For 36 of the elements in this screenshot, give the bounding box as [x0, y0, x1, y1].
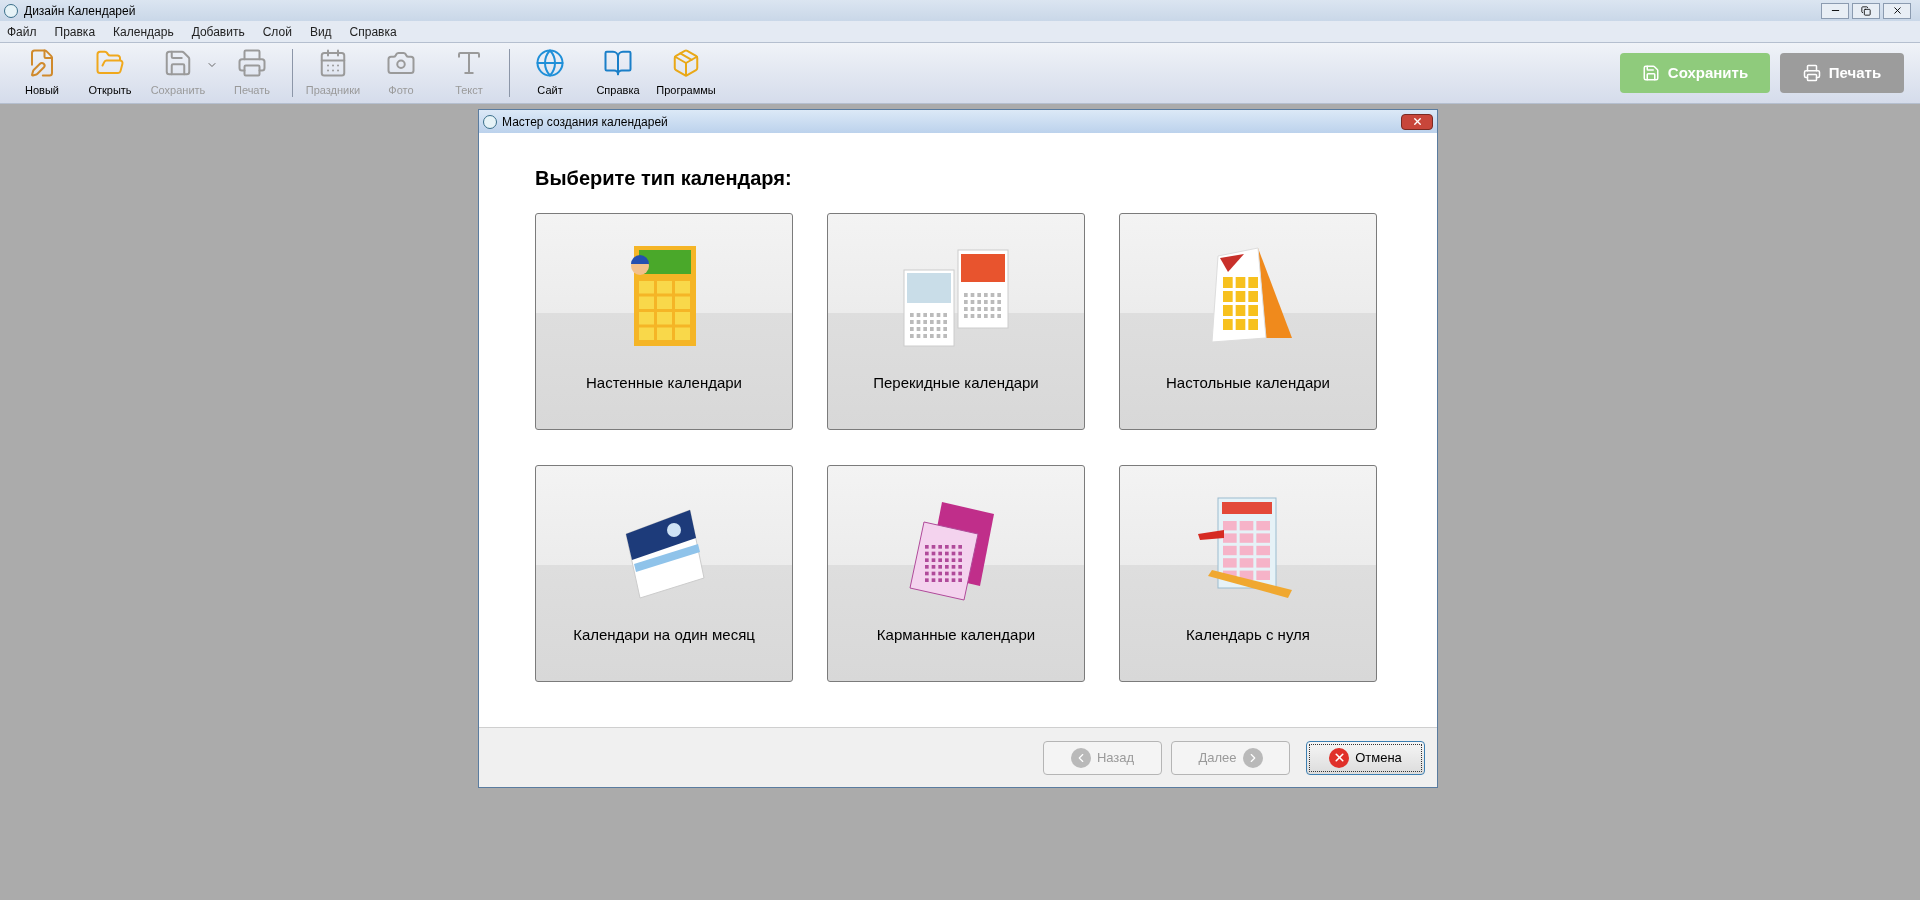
close-icon: [1411, 116, 1423, 127]
box-icon: [671, 47, 701, 78]
toolbar-button[interactable]: Программы: [652, 45, 720, 101]
close-icon: [1891, 5, 1903, 16]
restore-button[interactable]: [1852, 2, 1880, 19]
dialog-title: Мастер создания календарей: [502, 113, 668, 131]
menu-item[interactable]: Правка: [51, 22, 99, 41]
window-title: Дизайн Календарей: [24, 2, 136, 20]
app-icon: [4, 3, 18, 18]
toolbar-button[interactable]: Сайт: [516, 45, 584, 101]
cancel-icon: [1329, 747, 1350, 768]
calendar-type-card[interactable]: Перекидные календари: [827, 213, 1085, 430]
close-button[interactable]: [1401, 113, 1433, 130]
calendar-type-card[interactable]: Календарь с нуля: [1119, 465, 1377, 682]
app-icon: [483, 114, 497, 129]
printer-icon: [1802, 64, 1821, 82]
menu-item[interactable]: Файл: [4, 22, 40, 41]
printer-icon: [237, 47, 267, 78]
close-button[interactable]: [1883, 2, 1911, 19]
calendar-type-card[interactable]: Календари на один месяц: [535, 465, 793, 682]
menu-item[interactable]: Календарь: [110, 22, 177, 41]
menu-item[interactable]: Добавить: [188, 22, 248, 41]
calendar-icon: [318, 47, 348, 78]
globe-icon: [535, 47, 565, 78]
menu-item[interactable]: Слой: [259, 22, 295, 41]
calendar-type-card[interactable]: Настенные календари: [535, 213, 793, 430]
toolbar-button[interactable]: Новый: [8, 45, 76, 101]
calendar-type-card[interactable]: Настольные календари: [1119, 213, 1377, 430]
calendar-type-card[interactable]: Карманные календари: [827, 465, 1085, 682]
menu-item[interactable]: Вид: [306, 22, 335, 41]
toolbar-button[interactable]: Справка: [584, 45, 652, 101]
cancel-button[interactable]: Отмена: [1306, 740, 1425, 775]
restore-icon: [1861, 5, 1871, 16]
dialog-heading: Выберите тип календаря:: [535, 166, 793, 191]
toolbar-button[interactable]: Открыть: [76, 45, 144, 101]
menu-item[interactable]: Справка: [346, 22, 400, 41]
